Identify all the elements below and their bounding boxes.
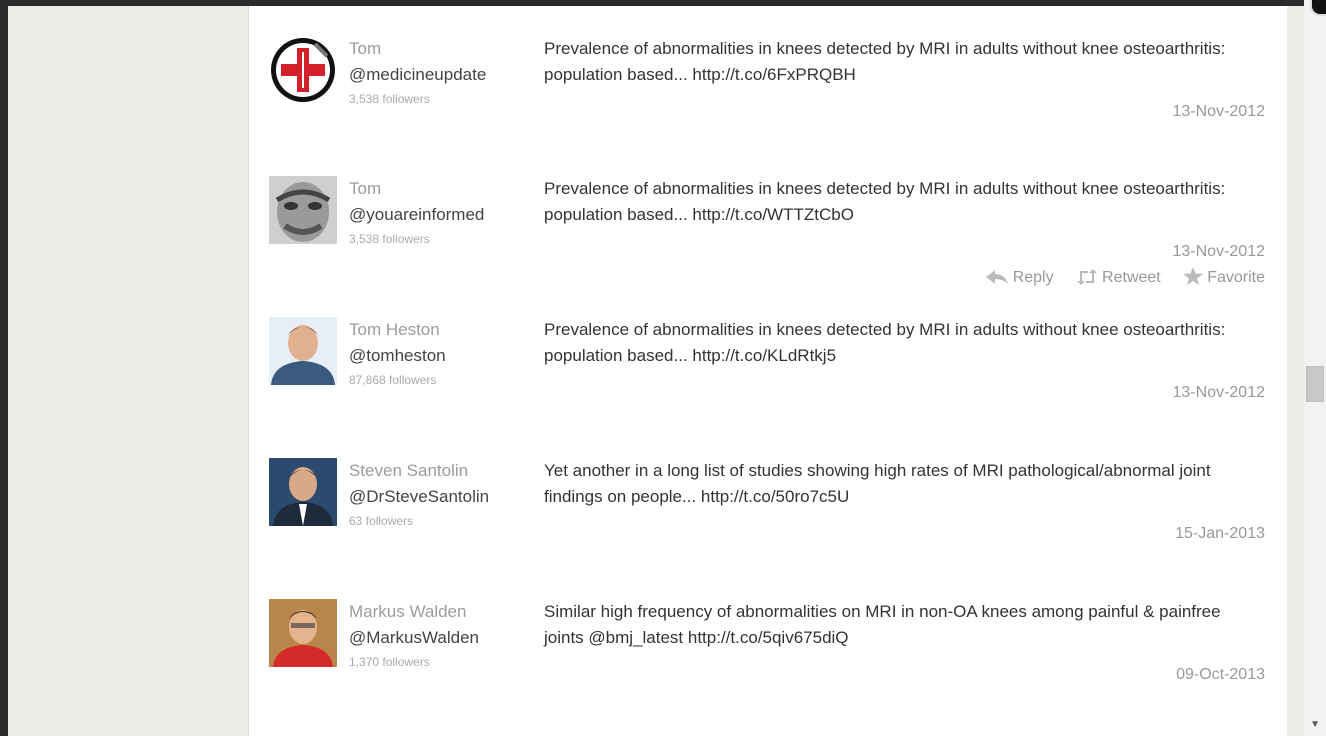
retweet-icon (1077, 269, 1098, 285)
tweet-date[interactable]: 09-Oct-2013 (1176, 666, 1265, 684)
avatar[interactable] (269, 458, 337, 526)
favorite-button[interactable]: Favorite (1183, 267, 1265, 286)
tweet-date[interactable]: 13-Nov-2012 (1173, 243, 1266, 261)
avatar[interactable] (269, 599, 337, 667)
tweet-item: Tom @youareinformed 3,538 followers Prev… (249, 146, 1287, 286)
tweet-text: Prevalence of abnormalities in knees det… (544, 320, 1226, 365)
scrollbar-thumb[interactable] (1306, 366, 1324, 402)
follower-count: 63 followers (349, 514, 414, 528)
tweet-item: Steven Santolin @DrSteveSantolin 63 foll… (249, 428, 1287, 568)
avatar[interactable] (269, 176, 337, 244)
tweet-actions: Reply Retweet Favorite (967, 267, 1265, 287)
user-handle[interactable]: @DrSteveSantolin (349, 484, 529, 510)
user-name[interactable]: Tom (349, 36, 529, 62)
tweet-text: Prevalence of abnormalities in knees det… (544, 39, 1226, 84)
tweet-item: Tom Heston @tomheston 87,868 followers P… (249, 287, 1287, 427)
avatar[interactable] (269, 317, 337, 385)
reply-label: Reply (1012, 269, 1054, 286)
scrollbar[interactable]: ▼ (1304, 0, 1326, 736)
tweet-item: Tom @medicineupdate 3,538 followers Prev… (249, 6, 1287, 146)
follower-count: 1,370 followers (349, 655, 430, 669)
star-icon (1183, 267, 1204, 285)
follower-count: 87,868 followers (349, 373, 437, 387)
tweet-text: Prevalence of abnormalities in knees det… (544, 179, 1226, 224)
reply-icon (985, 270, 1008, 284)
user-name[interactable]: Tom Heston (349, 317, 529, 343)
avatar[interactable] (269, 36, 337, 104)
tweet-date[interactable]: 13-Nov-2012 (1173, 103, 1266, 121)
reply-button[interactable]: Reply (985, 269, 1054, 286)
retweet-label: Retweet (1102, 269, 1161, 286)
tweet-list-panel: Tom @medicineupdate 3,538 followers Prev… (248, 6, 1287, 736)
user-handle[interactable]: @tomheston (349, 343, 529, 369)
user-name[interactable]: Steven Santolin (349, 458, 529, 484)
favorite-label: Favorite (1207, 269, 1265, 286)
follower-count: 3,538 followers (349, 232, 430, 246)
user-name[interactable]: Tom (349, 176, 529, 202)
retweet-button[interactable]: Retweet (1076, 269, 1161, 286)
tweet-item: Markus Walden @MarkusWalden 1,370 follow… (249, 569, 1287, 709)
window-left-edge (0, 0, 8, 736)
follower-count: 3,538 followers (349, 92, 430, 106)
user-handle[interactable]: @medicineupdate (349, 62, 529, 88)
user-handle[interactable]: @MarkusWalden (349, 625, 529, 651)
tweet-text: Similar high frequency of abnormalities … (544, 602, 1221, 647)
tweet-text: Yet another in a long list of studies sh… (544, 461, 1211, 506)
scroll-down-arrow-icon[interactable]: ▼ (1310, 719, 1320, 730)
user-name[interactable]: Markus Walden (349, 599, 529, 625)
tweet-date[interactable]: 13-Nov-2012 (1173, 384, 1266, 402)
user-handle[interactable]: @youareinformed (349, 202, 529, 228)
tweet-date[interactable]: 15-Jan-2013 (1175, 525, 1265, 543)
